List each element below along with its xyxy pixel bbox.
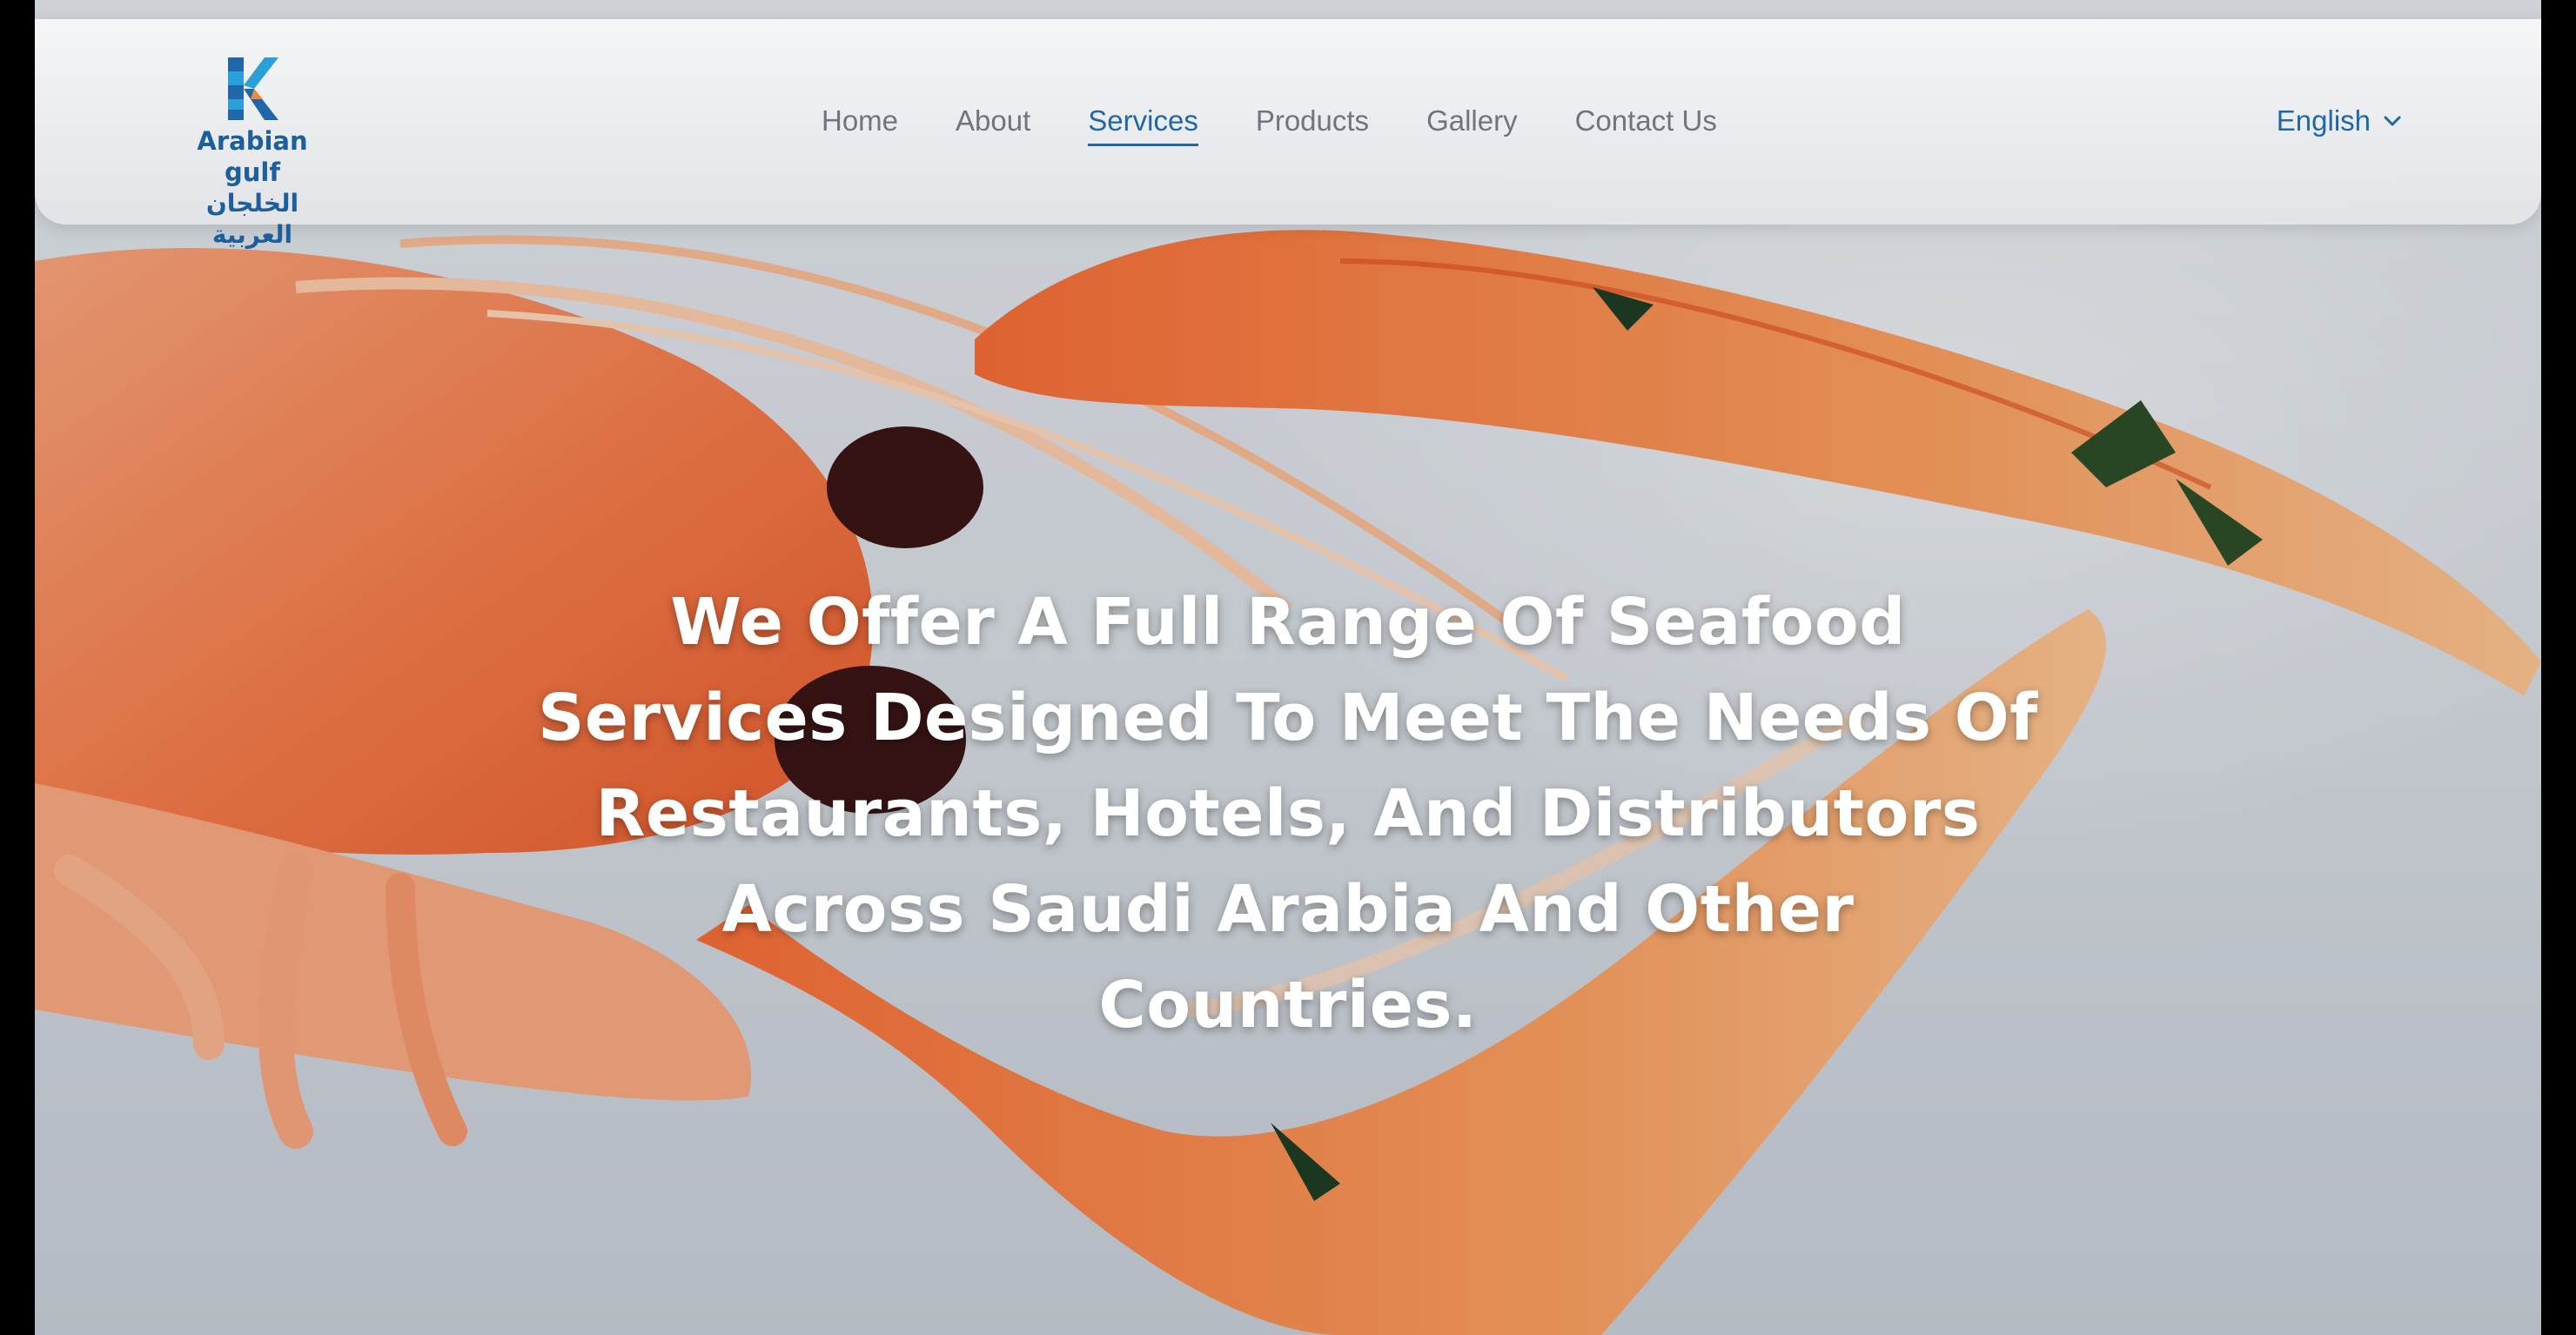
top-navbar: Arabian gulf الخلجان العربية Home About …: [35, 19, 2541, 249]
nav-item-services[interactable]: Services: [1088, 101, 1198, 146]
language-selector[interactable]: English: [2277, 101, 2402, 141]
brand-name-english: Arabian gulf: [197, 126, 308, 187]
nav-item-home[interactable]: Home: [822, 101, 898, 141]
hero-heading: We Offer A Full Range Of Seafood Service…: [538, 585, 2038, 1043]
nav-item-about[interactable]: About: [956, 101, 1030, 141]
k-mosaic-logo-icon: [228, 57, 278, 120]
language-label: English: [2276, 104, 2371, 137]
brand-name-arabic: الخلجان العربية: [205, 189, 299, 249]
chevron-down-icon: [2384, 116, 2401, 126]
brand-logo[interactable]: Arabian gulf الخلجان العربية: [165, 54, 339, 249]
nav-item-contact-us[interactable]: Contact Us: [1575, 101, 1717, 141]
main-menu: Home About Services Products Gallery Con…: [822, 101, 1717, 146]
nav-item-gallery[interactable]: Gallery: [1426, 101, 1518, 141]
nav-item-products[interactable]: Products: [1256, 101, 1369, 141]
